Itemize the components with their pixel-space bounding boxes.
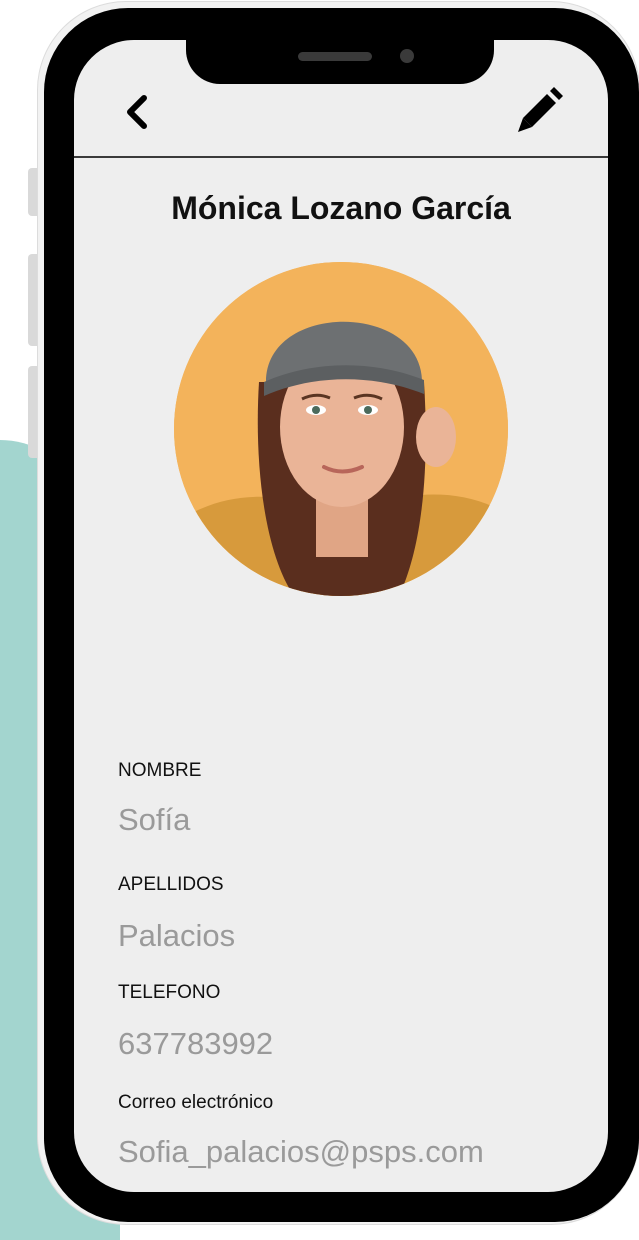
pencil-icon: [518, 87, 563, 132]
field-label-apellidos: APELLIDOS: [118, 874, 224, 895]
speaker-grille: [298, 52, 372, 61]
field-value-correo: Sofia_palacios@psps.com: [118, 1134, 484, 1169]
avatar: [174, 262, 508, 596]
field-label-nombre: NOMBRE: [118, 760, 202, 781]
field-label-correo: Correo electrónico: [118, 1092, 274, 1113]
field-value-apellidos: Palacios: [118, 918, 236, 953]
chevron-left-icon: [127, 95, 147, 129]
profile-name: Mónica Lozano García: [171, 190, 511, 226]
avatar-photo-icon: [174, 262, 508, 596]
field-value-telefono: 637783992: [118, 1026, 274, 1061]
phone-screen: Mónica Lozano García NOMBRE Sofía APELLI…: [74, 40, 608, 1192]
field-value-nombre: Sofía: [118, 802, 191, 837]
edit-button[interactable]: [514, 86, 564, 136]
notch: [186, 40, 494, 84]
back-button[interactable]: [118, 90, 158, 134]
field-label-telefono: TELEFONO: [118, 982, 221, 1003]
front-camera: [400, 49, 414, 63]
app-header: [74, 84, 608, 156]
header-divider: [74, 156, 608, 158]
